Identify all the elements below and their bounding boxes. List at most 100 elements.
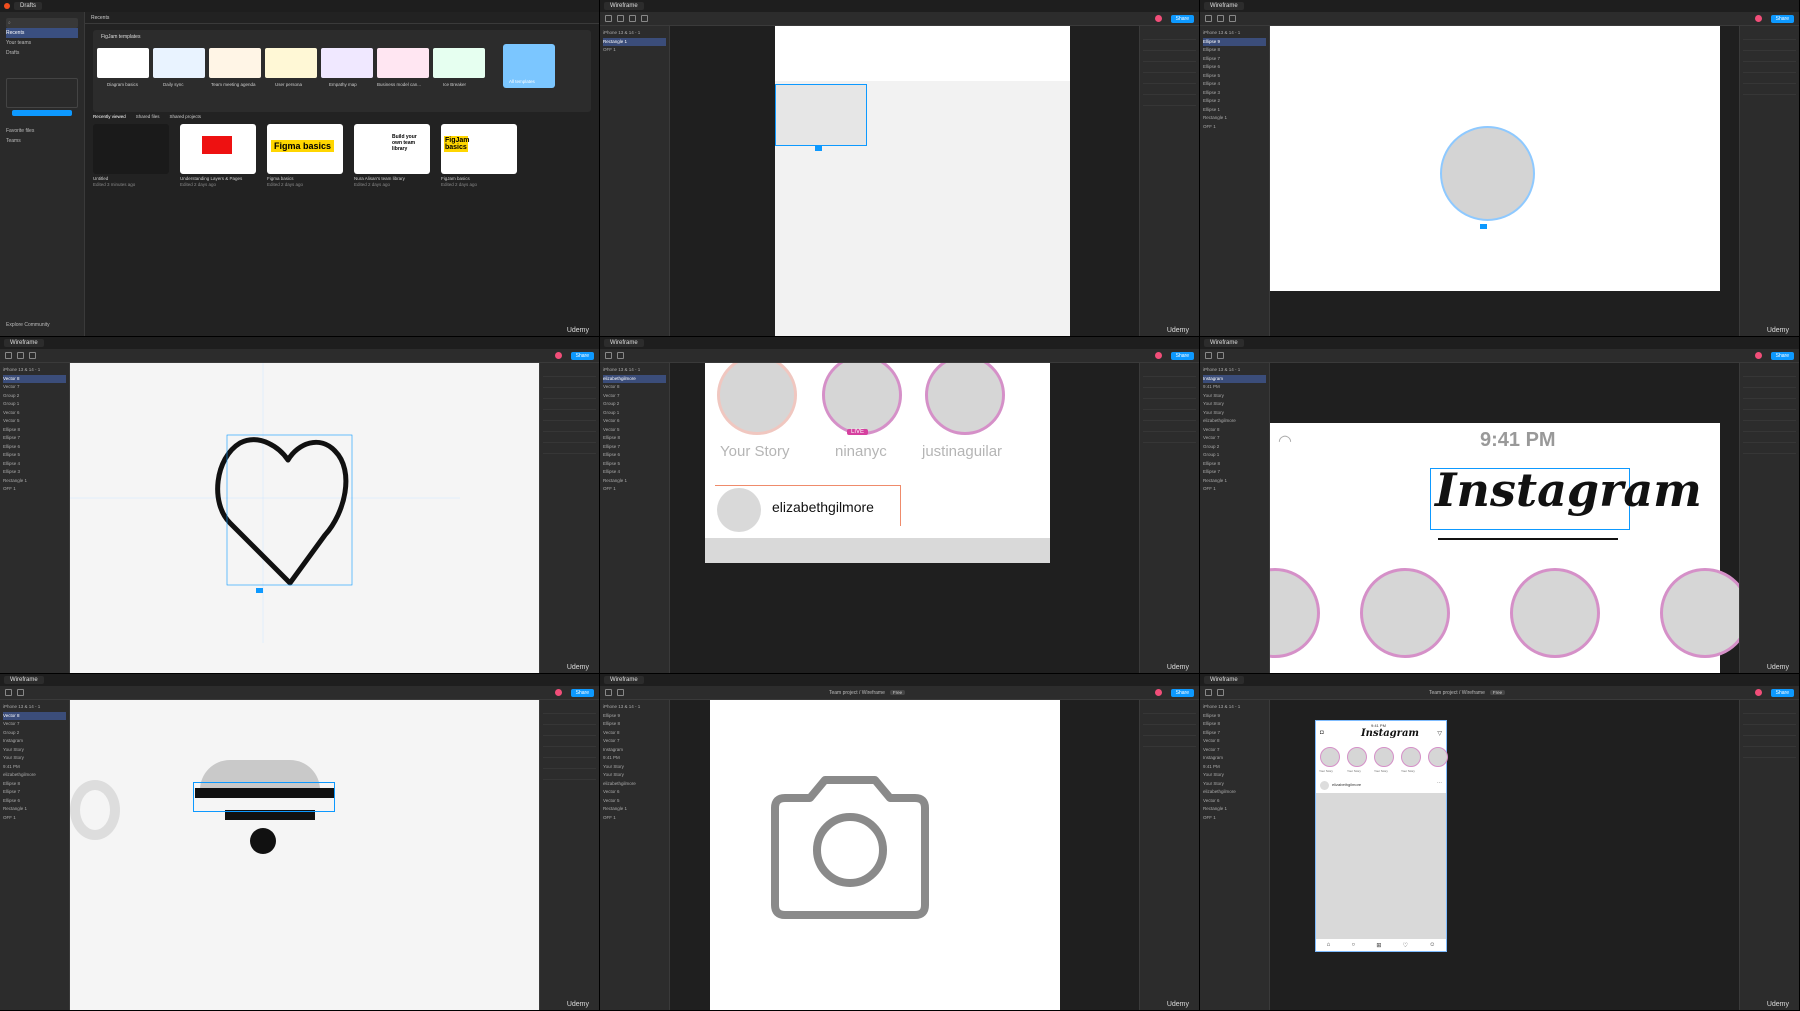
layer-item[interactable]: Ellipse 8	[603, 434, 666, 443]
layer-item[interactable]: Your Story	[603, 763, 666, 772]
layer-item[interactable]: Vector 7	[1203, 746, 1266, 755]
story-avatar[interactable]	[822, 363, 902, 435]
pen-tool-icon[interactable]	[641, 15, 648, 22]
canvas[interactable]	[70, 363, 539, 673]
layer-item[interactable]: Instagram	[1203, 374, 1266, 383]
canvas[interactable]: ◠ 9:41 PM Instagram	[1270, 363, 1739, 673]
layer-item[interactable]: Your Story	[1203, 409, 1266, 418]
template-card[interactable]	[153, 48, 205, 78]
search-input[interactable]: ⌕	[6, 18, 78, 28]
rectangle-tool-icon[interactable]	[17, 689, 24, 696]
tab-drafts[interactable]: Drafts	[14, 2, 43, 10]
instagram-logo[interactable]: Instagram	[1435, 463, 1702, 517]
tab-wireframe[interactable]: Wireframe	[604, 339, 644, 347]
share-button[interactable]: Share	[1770, 688, 1794, 697]
layer-item[interactable]: elizabethgilmore	[603, 374, 666, 383]
avatar[interactable]	[1154, 689, 1162, 696]
move-tool-icon[interactable]	[605, 352, 612, 359]
layer-item[interactable]: OFF 1	[1203, 485, 1266, 494]
layer-frame[interactable]: iPhone 13 & 14 - 1	[3, 703, 66, 712]
story-avatar[interactable]	[1360, 568, 1450, 658]
hand-tool-icon[interactable]	[29, 352, 36, 359]
layer-item[interactable]: Vector 8	[3, 711, 66, 720]
dot-icon[interactable]	[250, 828, 276, 854]
layer-item[interactable]: Ellipse 3	[1203, 89, 1266, 98]
heart-icon[interactable]: ♡	[1403, 942, 1408, 949]
pen-tool-icon[interactable]	[17, 352, 24, 359]
canvas[interactable]	[70, 700, 539, 1010]
more-icon[interactable]: ⋯	[1437, 780, 1442, 786]
layer-item[interactable]: Rectangle 1	[603, 477, 666, 486]
layer-item[interactable]: elizabethgilmore	[603, 780, 666, 789]
search-icon[interactable]: ○	[1351, 942, 1355, 948]
layer-item[interactable]: Rectangle 1	[1203, 114, 1266, 123]
layer-item[interactable]: Your Story	[3, 754, 66, 763]
layer-item[interactable]: Group 2	[3, 392, 66, 401]
story-avatar[interactable]	[1660, 568, 1739, 658]
tab-wireframe[interactable]: Wireframe	[604, 2, 644, 10]
layer-item[interactable]: Instagram	[3, 737, 66, 746]
layer-item[interactable]: Ellipse 6	[3, 443, 66, 452]
avatar[interactable]	[554, 689, 562, 696]
layer-item[interactable]: Vector 5	[603, 797, 666, 806]
template-card[interactable]	[433, 48, 485, 78]
layer-item[interactable]: Vector 7	[603, 737, 666, 746]
ellipse-tool-icon[interactable]	[1229, 15, 1236, 22]
layer-item[interactable]: Ellipse 6	[3, 797, 66, 806]
layer-frame[interactable]: iPhone 13 & 14 - 1	[1203, 366, 1266, 375]
shape-tool-icon[interactable]	[629, 15, 636, 22]
layer-item[interactable]: elizabethgilmore	[1203, 788, 1266, 797]
layer-item[interactable]: Ellipse 6	[1203, 63, 1266, 72]
file-thumbnail[interactable]	[180, 124, 256, 174]
template-card[interactable]	[209, 48, 261, 78]
layer-item[interactable]: Ellipse 6	[603, 451, 666, 460]
share-button[interactable]: Share	[570, 688, 594, 697]
text-tool-icon[interactable]	[617, 352, 624, 359]
layer-item[interactable]: OFF 1	[603, 814, 666, 823]
layer-item[interactable]: Ellipse 7	[1203, 55, 1266, 64]
layer-item[interactable]: OFF 1	[3, 485, 66, 494]
share-button[interactable]: Share	[1770, 351, 1794, 360]
avatar[interactable]	[1754, 352, 1762, 359]
layer-item[interactable]: Vector 5	[603, 426, 666, 435]
layer-item[interactable]: Ellipse 7	[1203, 729, 1266, 738]
share-button[interactable]: Share	[1170, 688, 1194, 697]
tab-shared-projects[interactable]: Shared projects	[170, 114, 202, 119]
layer-item[interactable]: Group 1	[1203, 451, 1266, 460]
layer-item[interactable]: Ellipse 5	[1203, 72, 1266, 81]
layer-frame[interactable]: iPhone 13 & 14 - 1	[603, 703, 666, 712]
layer-item[interactable]: Ellipse 4	[603, 468, 666, 477]
avatar[interactable]	[1754, 689, 1762, 696]
layer-item[interactable]: 9:41 PM	[3, 763, 66, 772]
story-avatar[interactable]	[1347, 747, 1367, 767]
avatar[interactable]	[1154, 352, 1162, 359]
canvas[interactable]	[670, 26, 1139, 336]
story-avatar[interactable]	[1320, 747, 1340, 767]
layer-item[interactable]: Vector 7	[1203, 434, 1266, 443]
layer-frame[interactable]: iPhone 13 & 14 - 1	[3, 366, 66, 375]
story-avatar[interactable]	[1510, 568, 1600, 658]
layer-item[interactable]: Ellipse 7	[3, 788, 66, 797]
layer-item[interactable]: Ellipse 3	[3, 468, 66, 477]
layer-item[interactable]: Your Story	[1203, 771, 1266, 780]
layer-item[interactable]: Ellipse 2	[1203, 97, 1266, 106]
template-card[interactable]	[321, 48, 373, 78]
layer-item[interactable]: Vector 8	[603, 383, 666, 392]
user-avatar[interactable]	[1320, 781, 1329, 790]
tab-shared-files[interactable]: Shared files	[136, 114, 160, 119]
story-avatar[interactable]	[925, 363, 1005, 435]
template-card[interactable]	[97, 48, 149, 78]
explore-community-link[interactable]: Explore Community	[6, 320, 50, 330]
layer-frame[interactable]: iPhone 13 & 14 - 1	[1203, 29, 1266, 38]
canvas[interactable]	[1270, 26, 1739, 336]
move-tool-icon[interactable]	[1205, 15, 1212, 22]
camera-icon[interactable]: ◘	[1320, 730, 1324, 736]
layer-item[interactable]: Ellipse 7	[603, 443, 666, 452]
move-tool-icon[interactable]	[5, 352, 12, 359]
layer-item[interactable]: elizabethgilmore	[3, 771, 66, 780]
file-thumbnail[interactable]: FigJam basics	[441, 124, 517, 174]
avatar[interactable]	[1154, 15, 1162, 22]
layer-item[interactable]: OFF 1	[1203, 814, 1266, 823]
layer-item[interactable]: Rectangle 1	[1203, 477, 1266, 486]
layer-item[interactable]: Ellipse 9	[1203, 712, 1266, 721]
